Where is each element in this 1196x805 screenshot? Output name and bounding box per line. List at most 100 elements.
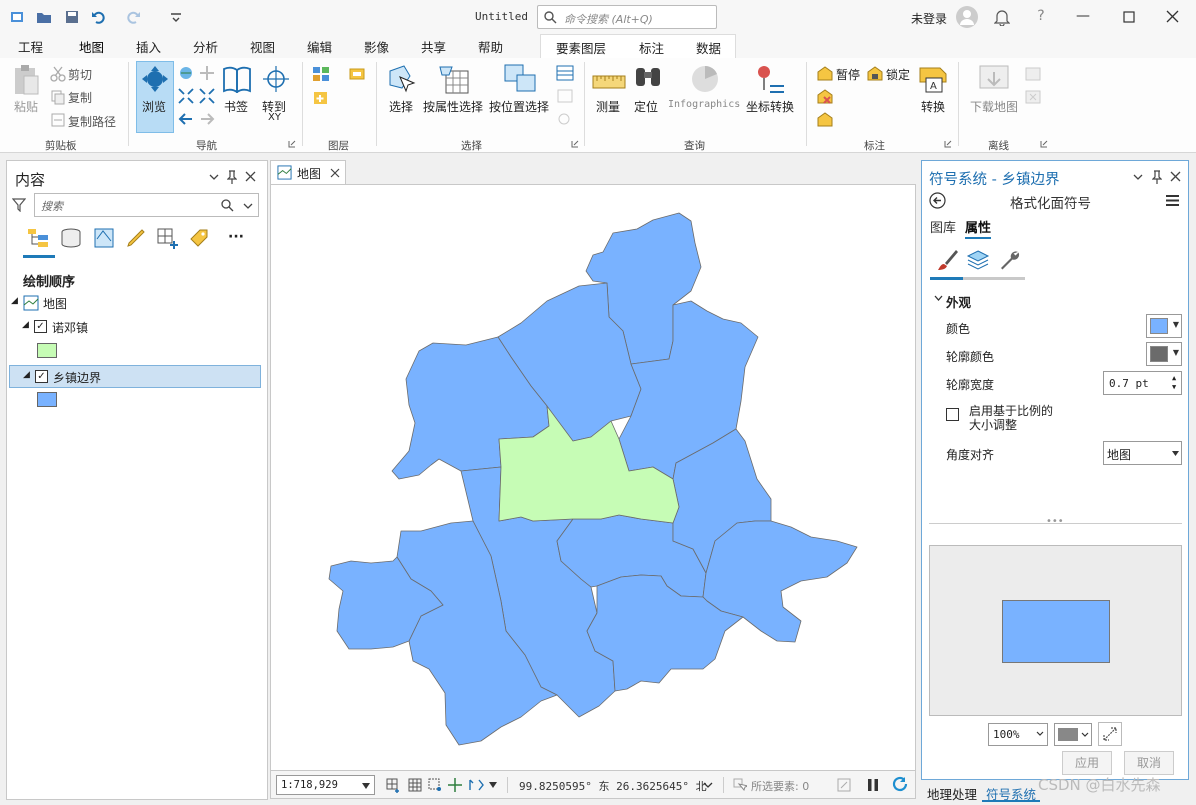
offline-dialog-launcher-icon[interactable] (1040, 140, 1048, 148)
list-by-snapping-icon[interactable] (156, 227, 180, 249)
minimize-button[interactable]: — (1074, 8, 1092, 26)
tab-map[interactable]: 地图 (79, 37, 105, 61)
close-icon[interactable] (1170, 171, 1181, 182)
tab-imagery[interactable]: 影像 (364, 37, 389, 56)
measure-button[interactable]: 测量 (596, 98, 620, 115)
tab-symbology[interactable]: 符号系统 (982, 782, 1041, 802)
locate-button[interactable]: 定位 (634, 98, 658, 115)
symbol-paintbrush-icon[interactable] (936, 248, 960, 272)
selection-dialog-launcher-icon[interactable] (571, 140, 579, 148)
open-folder-icon[interactable] (36, 9, 52, 25)
save-icon[interactable] (64, 9, 80, 25)
more-labeling-icon[interactable] (816, 112, 834, 128)
previous-extent-icon[interactable] (178, 111, 194, 127)
undo-icon[interactable] (90, 9, 106, 25)
tab-properties[interactable]: 属性 (965, 217, 992, 239)
spinner-icon[interactable]: ▲ ▼ (1172, 374, 1176, 392)
tab-feature-layer[interactable]: 要素图层 (556, 38, 606, 57)
navigate-dialog-launcher-icon[interactable] (288, 140, 296, 148)
chevron-down-icon[interactable] (489, 782, 497, 788)
chevron-down-icon[interactable] (1133, 173, 1143, 181)
outline-width-input[interactable]: 0.7 pt ▲ ▼ (1103, 371, 1182, 395)
splitter-grip-icon[interactable]: ••• (1046, 516, 1064, 527)
refresh-icon[interactable] (891, 776, 909, 794)
snapping-icon[interactable] (427, 777, 443, 793)
layer-visibility-checkbox[interactable]: ✓ (34, 320, 47, 333)
add-data-icon[interactable] (312, 89, 330, 105)
collapse-triangle-icon[interactable]: ◢ (11, 296, 18, 306)
redo-icon[interactable] (126, 9, 142, 25)
list-by-selection-icon[interactable] (93, 227, 115, 249)
select-button[interactable]: 选择 (389, 98, 413, 115)
maximize-button[interactable] (1123, 11, 1135, 23)
preview-zoom-select[interactable]: 100% (988, 723, 1048, 746)
tab-view[interactable]: 视图 (250, 37, 275, 56)
coordinate-conversion-button[interactable]: 坐标转换 (746, 98, 794, 115)
tab-help[interactable]: 帮助 (478, 37, 503, 56)
chevron-down-icon[interactable] (934, 295, 943, 302)
apply-button[interactable]: 应用 (1062, 751, 1112, 775)
fixed-zoom-in-icon[interactable] (199, 65, 215, 81)
infographics-button[interactable]: Infographics (668, 99, 740, 110)
download-map-button[interactable]: 下载地图 (970, 98, 1018, 115)
table-icon[interactable] (407, 777, 423, 793)
chevron-down-icon[interactable] (209, 173, 219, 181)
layer-visibility-checkbox[interactable]: ✓ (35, 370, 48, 383)
select-by-location-button[interactable]: 按位置选择 (489, 98, 549, 115)
list-by-drawing-order-icon[interactable] (26, 227, 50, 249)
appearance-section-heading[interactable]: 外观 (946, 292, 971, 311)
layers-icon[interactable] (966, 248, 990, 272)
layer-symbol-swatch[interactable] (37, 343, 57, 358)
tab-share[interactable]: 共享 (421, 37, 446, 56)
lock-labels-button[interactable]: 锁定 (886, 66, 910, 83)
map-view-tab[interactable]: 地图 (270, 160, 346, 184)
explore-button[interactable]: 浏览 (136, 61, 174, 133)
notification-bell-icon[interactable] (994, 8, 1010, 26)
command-search-input[interactable]: 命令搜索 (Alt+Q) (537, 5, 717, 29)
contents-search-input[interactable]: 搜索 (34, 193, 259, 217)
map-canvas[interactable] (270, 184, 916, 771)
layer-item-nuodeng[interactable]: ◢ ✓ 诺邓镇 (7, 316, 267, 338)
fill-color-picker[interactable]: ▼ (1146, 314, 1182, 338)
menu-icon[interactable] (1165, 194, 1180, 207)
toggle-reference-scale-button[interactable] (1098, 722, 1122, 746)
full-extent-icon[interactable] (178, 65, 194, 81)
next-extent-icon[interactable] (199, 111, 215, 127)
select-by-attributes-button[interactable]: 按属性选择 (423, 98, 483, 115)
layer-item-township-boundary[interactable]: ◢ ✓ 乡镇边界 (9, 365, 261, 388)
copy-button[interactable]: 复制 (68, 89, 92, 106)
clear-selection-icon[interactable] (556, 88, 574, 104)
fixed-zoom-out-icon[interactable] (178, 88, 194, 104)
collapse-triangle-icon[interactable]: ◢ (22, 320, 29, 330)
remove-offline-icon[interactable] (1024, 89, 1042, 105)
constraint-icon[interactable] (447, 777, 463, 793)
view-unplaced-icon[interactable] (816, 89, 834, 105)
attributes-icon[interactable] (556, 65, 574, 81)
tab-data[interactable]: 数据 (696, 38, 721, 57)
tab-project[interactable]: 工程 (18, 37, 43, 56)
tab-gallery[interactable]: 图库 (930, 217, 956, 236)
tab-insert[interactable]: 插入 (136, 37, 161, 56)
more-options-icon[interactable]: ··· (228, 229, 244, 245)
collapse-triangle-icon[interactable]: ◢ (23, 370, 30, 380)
outline-color-picker[interactable]: ▼ (1146, 342, 1182, 366)
map-tree-item[interactable]: ◢ 地图 (7, 292, 267, 314)
grid-icon[interactable] (385, 777, 401, 793)
chevron-down-icon[interactable] (243, 202, 253, 210)
help-icon[interactable]: ? (1032, 8, 1050, 26)
customize-toolbar-icon[interactable] (168, 9, 184, 25)
pause-labels-button[interactable]: 暂停 (836, 66, 860, 83)
layer-symbol-swatch[interactable] (37, 392, 57, 407)
sync-icon[interactable] (1024, 66, 1042, 82)
search-icon[interactable] (221, 199, 234, 212)
tab-edit[interactable]: 编辑 (307, 37, 332, 56)
close-tab-icon[interactable] (330, 168, 340, 178)
map-scale-select[interactable]: 1:718,929 (276, 775, 375, 795)
pin-icon[interactable] (227, 170, 237, 184)
wrench-icon[interactable] (998, 248, 1022, 272)
labeling-dialog-launcher-icon[interactable] (944, 140, 952, 148)
preview-background-select[interactable] (1054, 723, 1092, 746)
filter-icon[interactable] (12, 198, 26, 212)
close-icon[interactable] (245, 171, 256, 182)
cancel-button[interactable]: 取消 (1124, 751, 1174, 775)
